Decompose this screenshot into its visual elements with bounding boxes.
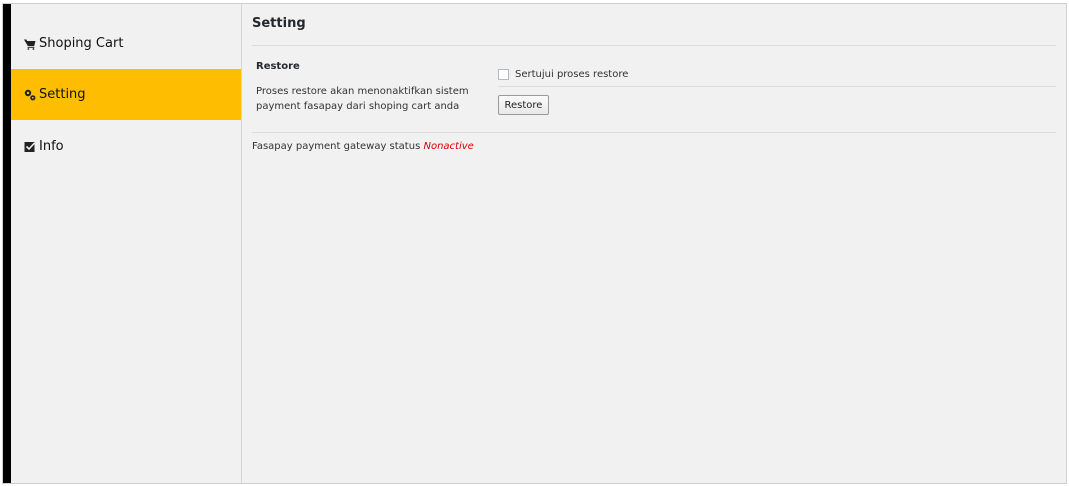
- restore-description: Proses restore akan menonaktifkan sistem…: [256, 86, 469, 112]
- restore-section-label: Restore: [256, 61, 300, 72]
- gateway-status-value: Nonactive: [423, 141, 474, 152]
- agree-restore-row[interactable]: Sertujui proses restore: [498, 69, 628, 80]
- sidebar-item-shoping-cart[interactable]: Shoping Cart: [11, 18, 241, 69]
- checkbox-icon: [24, 141, 36, 152]
- page-title: Setting: [252, 16, 306, 31]
- divider: [498, 86, 1056, 87]
- gateway-status: Fasapay payment gateway status Nonactive: [252, 141, 474, 152]
- sidebar-item-label: Setting: [39, 87, 86, 102]
- sidebar-item-info[interactable]: Info: [11, 121, 241, 172]
- left-edge-bar: [3, 4, 11, 483]
- main-content: Setting Restore Proses restore akan meno…: [242, 4, 1066, 483]
- agree-restore-label: Sertujui proses restore: [515, 69, 629, 80]
- sidebar-item-label: Info: [39, 139, 64, 154]
- gears-icon: [24, 89, 36, 100]
- cart-icon: [24, 39, 36, 50]
- agree-restore-checkbox[interactable]: [498, 69, 509, 80]
- divider: [252, 132, 1056, 133]
- sidebar-item-setting[interactable]: Setting: [11, 69, 241, 120]
- sidebar-item-label: Shoping Cart: [39, 36, 124, 51]
- divider: [252, 45, 1056, 46]
- sidebar: Shoping Cart Setting Info: [11, 4, 242, 483]
- app-frame: Shoping Cart Setting Info Setting Restor…: [2, 3, 1067, 484]
- gateway-status-text: Fasapay payment gateway status: [252, 141, 421, 152]
- restore-button[interactable]: Restore: [498, 95, 549, 115]
